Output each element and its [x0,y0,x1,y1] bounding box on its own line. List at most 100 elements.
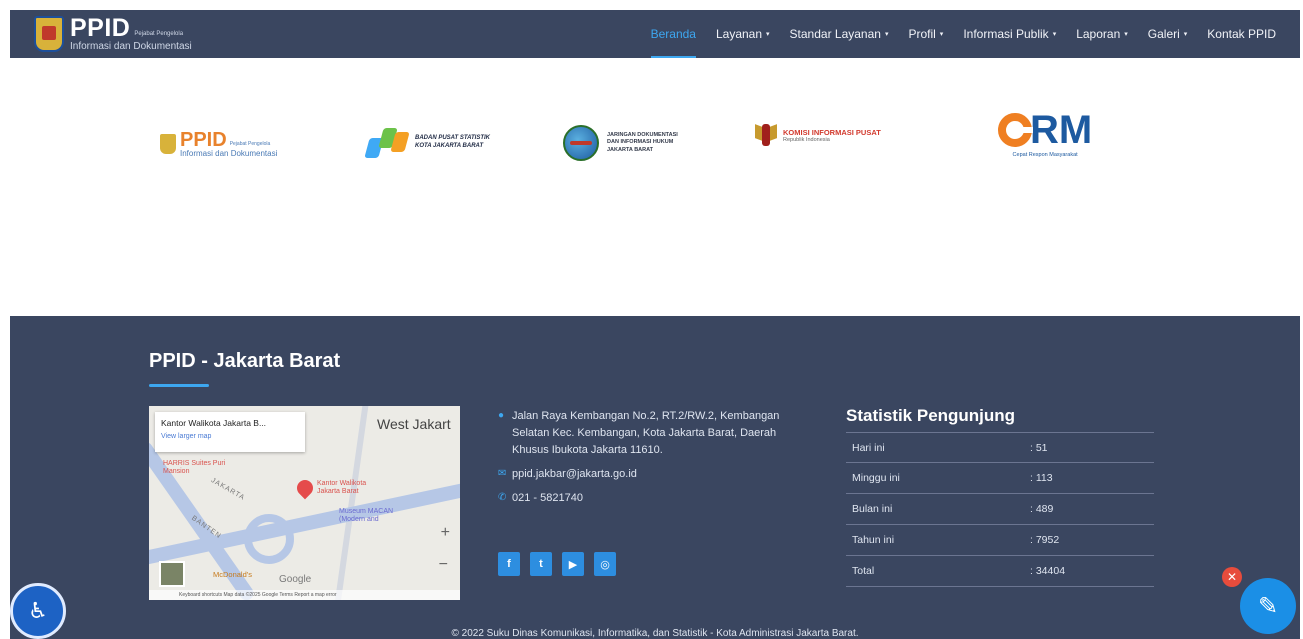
nav-item-galeri[interactable]: Galeri ▾ [1138,10,1198,58]
location-pin-icon: ● [498,410,505,421]
contact-email[interactable]: ppid.jakbar@jakarta.go.id [512,466,637,483]
partner-logos: PPID Pejabat Pengelola Informasi dan Dok… [0,100,1303,200]
social-links: f t ▶ ◎ [498,552,626,576]
partner-logo-kip[interactable]: KOMISI INFORMASI PUSAT Republik Indonesi… [755,122,881,150]
partner-jdih-line1: JARINGAN DOKUMENTASI [607,131,678,138]
nav-item-label: Galeri [1147,27,1180,41]
footer: PPID - Jakarta Barat Kantor Walikota Jak… [10,316,1300,639]
partner-logo-jdih[interactable]: JARINGAN DOKUMENTASI DAN INFORMASI HUKUM… [563,125,678,161]
map-poi-museum[interactable]: Museum MACAN (Modern and [339,508,409,525]
nav-item-label: Kontak PPID [1207,27,1276,41]
twitter-icon: t [539,558,543,570]
facebook-icon: f [507,558,511,570]
nav-item-profil[interactable]: Profil ▾ [898,10,953,58]
feedback-button[interactable]: ✎ [1240,578,1296,634]
nav-item-standar-layanan[interactable]: Standar Layanan ▾ [780,10,899,58]
partner-ppid-small: Pejabat Pengelola [229,141,271,147]
close-icon[interactable]: ✕ [1222,567,1242,587]
map-zoom-out-button[interactable]: − [439,556,448,574]
partner-jdih-line3: JAKARTA BARAT [607,146,654,153]
partner-logo-crm[interactable]: RM Cepat Respon Masyarakat [998,108,1093,158]
twitter-button[interactable]: t [530,552,552,576]
partner-bps-line1: BADAN PUSAT STATISTIK [415,134,490,141]
map-poi-harris[interactable]: HARRIS Suites Puri Mansion [163,460,233,477]
map-info-card: Kantor Walikota Jakarta B... View larger… [155,412,305,452]
contact-address: Jalan Raya Kembangan No.2, RT.2/RW.2, Ke… [512,410,780,456]
partner-ppid-subtitle: Informasi dan Dokumentasi [180,149,278,158]
chevron-down-icon: ▾ [884,31,889,38]
stats-value: : 489 [1030,503,1054,515]
partner-logo-bps[interactable]: BADAN PUSAT STATISTIK KOTA JAKARTA BARAT [364,122,490,162]
jakarta-emblem-icon [34,16,64,52]
youtube-icon: ▶ [568,558,578,571]
email-icon: ✉ [498,468,507,479]
stats-value: : 7952 [1030,534,1060,546]
partner-bps-line2: KOTA JAKARTA BARAT [415,143,484,149]
brand-subtitle: Informasi dan Dokumentasi [70,41,192,52]
chevron-down-icon: ▾ [1183,31,1188,38]
stats-label: Tahun ini [852,534,895,546]
jakarta-emblem-icon [160,134,176,154]
stats-row: Minggu ini : 113 [846,463,1154,494]
brand-text: PPID Pejabat Pengelola Informasi dan Dok… [70,16,192,52]
instagram-icon: ◎ [600,558,610,571]
youtube-button[interactable]: ▶ [562,552,584,576]
partner-crm-mark: RM [1030,108,1093,152]
stats-label: Total [852,565,875,577]
contact-phone[interactable]: 021 - 5821740 [512,490,583,507]
facebook-button[interactable]: f [498,552,520,576]
map-pin-icon[interactable] [293,476,317,500]
chevron-down-icon: ▾ [939,31,944,38]
stats-value: : 34404 [1030,565,1066,577]
nav-item-label: Informasi Publik [963,27,1049,41]
google-logo: Google [279,574,312,585]
nav-item-informasi-publik[interactable]: Informasi Publik ▾ [953,10,1066,58]
footer-title: PPID - Jakarta Barat [149,350,341,372]
partner-logo-ppid[interactable]: PPID Pejabat Pengelola Informasi dan Dok… [160,130,277,158]
accessibility-button[interactable]: ♿ [10,583,66,639]
view-larger-map-link[interactable]: View larger map [161,433,299,440]
nav-item-label: Laporan [1076,27,1121,41]
stats-value: : 51 [1030,441,1048,454]
stats-row: Hari ini : 51 [846,432,1154,463]
contact-info: ● Jalan Raya Kembangan No.2, RT.2/RW.2, … [498,408,783,514]
top-navbar: PPID Pejabat Pengelola Informasi dan Dok… [10,10,1300,58]
stats-title: Statistik Pengunjung [846,406,1016,425]
accessibility-icon: ♿ [28,598,48,623]
nav-item-laporan[interactable]: Laporan ▾ [1066,10,1138,58]
garuda-icon [755,122,777,150]
visitor-stats: Statistik Pengunjung Hari ini : 51 Minggu … [846,406,1154,587]
instagram-button[interactable]: ◎ [594,552,616,576]
map-zoom-in-button[interactable]: + [441,524,450,542]
partner-crm-subtitle: Cepat Respon Masyarakat [1012,152,1078,158]
stats-row: Bulan ini : 489 [846,494,1154,525]
nav-item-label: Profil [908,27,936,41]
map-satellite-toggle[interactable] [159,561,185,587]
copyright-text: © 2022 Suku Dinas Komunikasi, Informatik… [451,628,859,639]
nav-item-kontak-ppid[interactable]: Kontak PPID [1197,10,1286,58]
chevron-down-icon: ▾ [1124,31,1128,38]
nav-item-label: Beranda [650,27,696,41]
stats-label: Minggu ini [852,472,900,484]
stats-value: : 113 [1030,472,1053,484]
map-road-label-jakarta: JAKARTA [209,477,247,502]
crm-c-icon [998,113,1033,147]
embedded-map[interactable]: Kantor Walikota Jakarta B... View larger… [149,406,460,600]
nav-item-label: Layanan [715,27,763,41]
brand-subtitle-small: Pejabat Pengelola [134,31,184,37]
chevron-down-icon: ▾ [766,31,770,38]
map-attribution[interactable]: Keyboard shortcuts Map data ©2025 Google… [149,590,460,600]
stats-row: Tahun ini : 7952 [846,525,1154,556]
nav-item-beranda[interactable]: Beranda [641,10,706,58]
nav-item-layanan[interactable]: Layanan ▾ [706,10,780,58]
map-poi-mcdonalds[interactable]: McDonald's [213,570,252,579]
brand-logo[interactable]: PPID Pejabat Pengelola Informasi dan Dok… [34,10,192,58]
stats-table: Hari ini : 51 Minggu ini : 113 Bulan ini : 48… [846,432,1154,587]
stats-label: Bulan ini [852,503,893,515]
chevron-down-icon: ▾ [1052,31,1057,38]
main-menu: Beranda Layanan ▾ Standar Layanan ▾ Profil ▾ In… [641,10,1286,58]
phone-icon: ✆ [498,492,507,503]
map-area-label: West Jakart [377,416,451,432]
partner-kip-line1: KOMISI INFORMASI PUSAT [783,127,881,137]
stats-label: Hari ini [852,441,885,454]
